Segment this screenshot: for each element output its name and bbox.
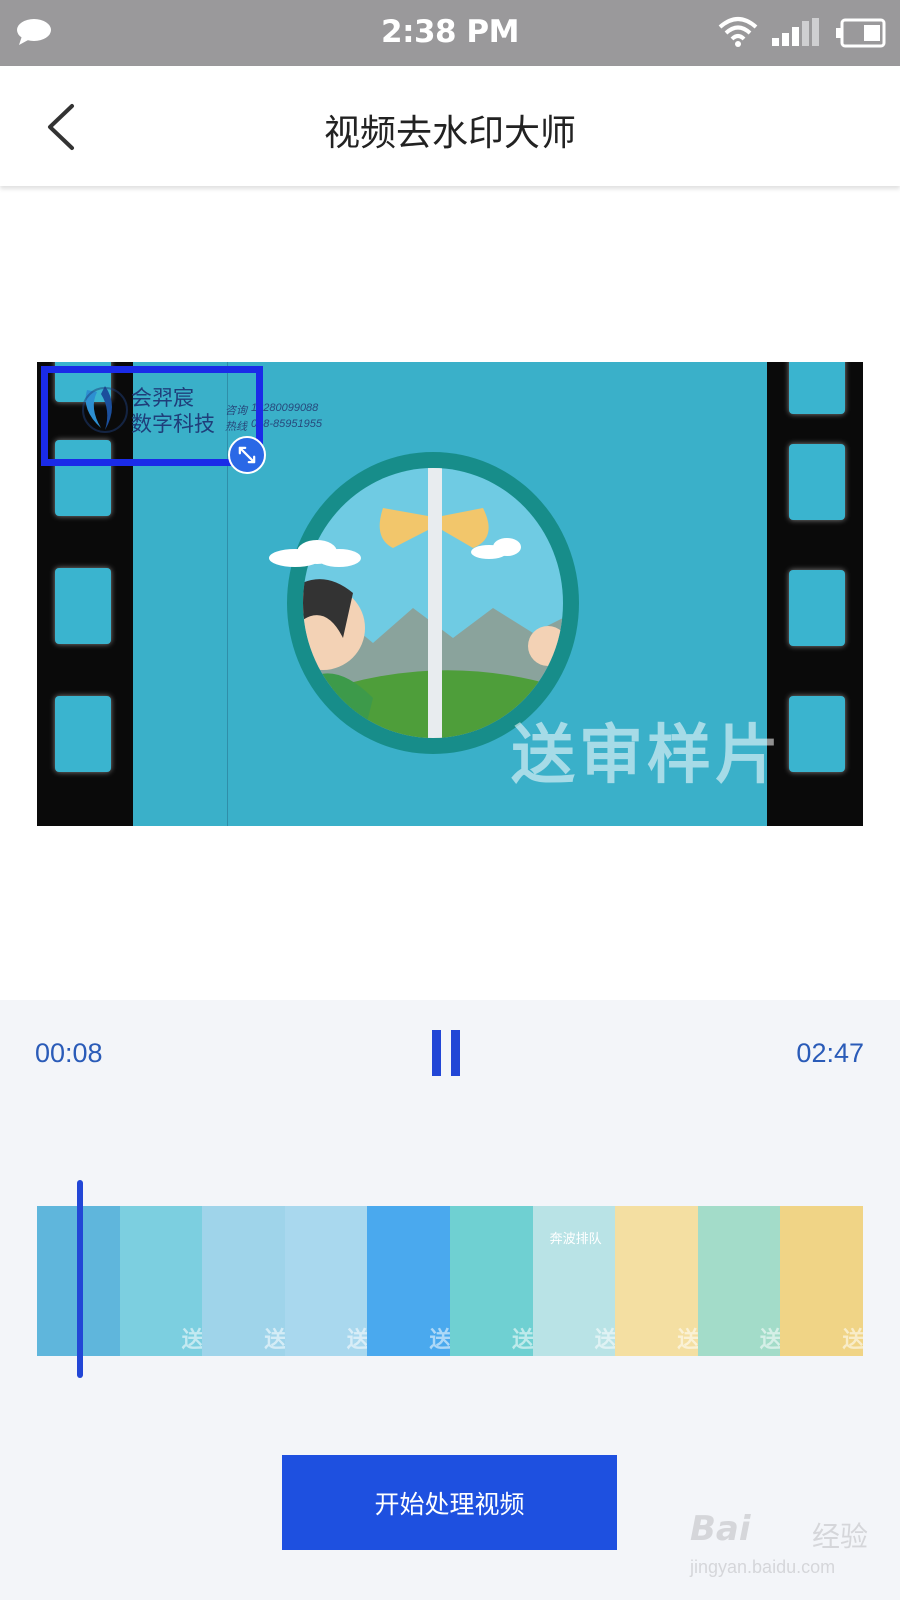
site-watermark-brand2: 经验: [812, 1520, 869, 1553]
timeline-thumbnail: 送: [202, 1206, 286, 1356]
scene-illustration: [303, 468, 563, 738]
start-processing-button[interactable]: 开始处理视频: [282, 1455, 617, 1550]
site-watermark: Bai 经验 jingyan.baidu.com: [690, 1505, 890, 1595]
thumbnail-watermark: 送: [429, 1328, 451, 1353]
site-watermark-url: jingyan.baidu.com: [690, 1557, 836, 1577]
site-watermark-brand: Bai: [690, 1509, 751, 1549]
wifi-icon: [718, 17, 758, 47]
player-controls: 00:08 02:47 送送送送送奔波排队送送送送 开始处理视频 Bai 经验 …: [0, 1000, 900, 1600]
battery-icon: [836, 18, 886, 48]
nav-bar: 视频去水印大师: [0, 66, 900, 186]
status-bar: 2:38 PM: [0, 0, 900, 66]
status-time: 2:38 PM: [381, 14, 519, 50]
timeline-thumbnail: 送: [697, 1206, 781, 1356]
resize-handle[interactable]: [228, 436, 266, 474]
signal-icon: [772, 18, 819, 46]
timeline-thumbnail: 奔波排队送: [532, 1206, 616, 1356]
timeline-thumbnail: 送: [284, 1206, 368, 1356]
cloud-right: [471, 538, 521, 559]
page-title: 视频去水印大师: [323, 113, 576, 154]
timeline-thumbnail: 送: [450, 1206, 533, 1356]
thumbnail-watermark: 送: [181, 1328, 203, 1353]
timeline-thumbnail: 送: [367, 1206, 451, 1356]
timeline-thumbnail: 送: [119, 1206, 203, 1356]
video-watermark-text: 送审样片: [511, 719, 783, 793]
cloud-left: [269, 540, 361, 567]
thumbnail-label: 奔波排队: [549, 1232, 602, 1247]
pause-icon: [432, 1030, 441, 1076]
video-preview[interactable]: 会羿宸 数字科技 咨询 18280099088 热线 028-85951955: [37, 362, 863, 826]
thumbnail-watermark: 送: [264, 1328, 286, 1353]
thumbnail-watermark: 送: [759, 1328, 781, 1353]
thumbnail-watermark: 送: [594, 1328, 616, 1353]
timeline-thumbnail: 送: [780, 1206, 863, 1356]
pause-button[interactable]: [432, 1030, 468, 1078]
thumbnail-watermark: 送: [842, 1328, 863, 1353]
thumbnail-watermark: 送: [677, 1328, 699, 1353]
timeline-strip[interactable]: 送送送送送奔波排队送送送送: [37, 1206, 863, 1356]
timeline-playhead[interactable]: [76, 1180, 83, 1378]
total-time: 02:47: [796, 1038, 864, 1068]
thumbnail-watermark: 送: [512, 1328, 533, 1353]
current-time: 00:08: [35, 1038, 103, 1068]
timeline-thumbnail: 送: [615, 1206, 699, 1356]
thumbnail-watermark: 送: [346, 1328, 368, 1353]
